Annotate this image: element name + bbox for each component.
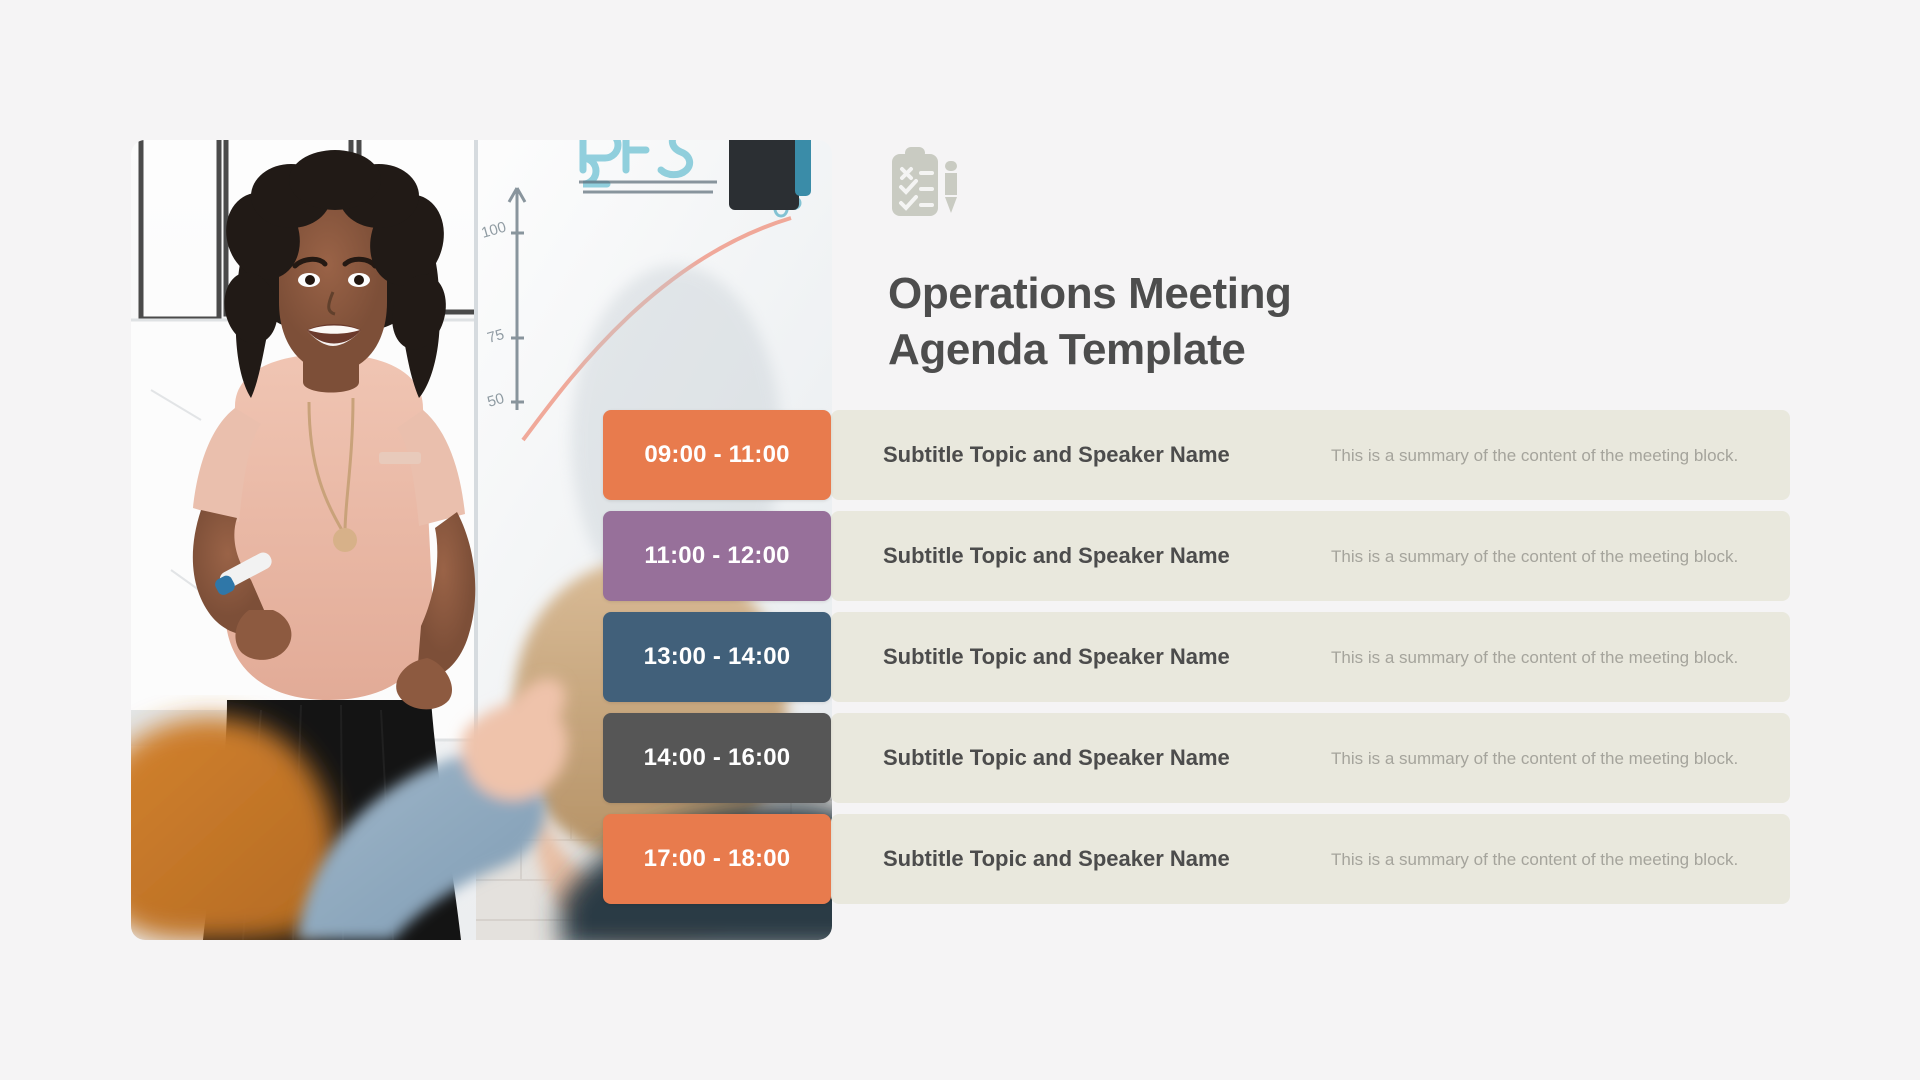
agenda-summary: This is a summary of the content of the … [1331, 445, 1739, 465]
clipboard-checklist-pen-icon [888, 146, 960, 224]
header-block: Operations Meeting Agenda Template [888, 146, 1790, 378]
agenda-topic: Subtitle Topic and Speaker Name [883, 644, 1230, 669]
page-title-line-1: Operations Meeting [888, 269, 1292, 318]
agenda-row[interactable]: 13:00 - 14:00 Subtitle Topic and Speaker … [603, 612, 1790, 702]
agenda-row[interactable]: 14:00 - 16:00 Subtitle Topic and Speaker … [603, 713, 1790, 803]
agenda-row[interactable]: 11:00 - 12:00 Subtitle Topic and Speaker … [603, 511, 1790, 601]
slide-canvas: 100 75 50 Operations Meeting Agenda Temp… [0, 0, 1920, 1080]
agenda-time-chip[interactable]: 17:00 - 18:00 [603, 814, 831, 904]
agenda-summary: This is a summary of the content of the … [1331, 849, 1739, 869]
agenda-list: 09:00 - 11:00 Subtitle Topic and Speaker … [603, 410, 1790, 904]
page-title: Operations Meeting Agenda Template [888, 266, 1318, 378]
agenda-summary: This is a summary of the content of the … [1331, 546, 1739, 566]
agenda-topic: Subtitle Topic and Speaker Name [883, 543, 1230, 568]
agenda-row[interactable]: 17:00 - 18:00 Subtitle Topic and Speaker … [603, 814, 1790, 904]
agenda-topic: Subtitle Topic and Speaker Name [883, 745, 1230, 770]
agenda-time-chip[interactable]: 09:00 - 11:00 [603, 410, 831, 500]
agenda-summary: This is a summary of the content of the … [1331, 748, 1739, 768]
agenda-time-chip[interactable]: 14:00 - 16:00 [603, 713, 831, 803]
agenda-summary: This is a summary of the content of the … [1331, 647, 1739, 667]
page-title-line-2: Agenda Template [888, 325, 1246, 374]
agenda-topic: Subtitle Topic and Speaker Name [883, 442, 1230, 467]
agenda-row[interactable]: 09:00 - 11:00 Subtitle Topic and Speaker … [603, 410, 1790, 500]
agenda-time-chip[interactable]: 13:00 - 14:00 [603, 612, 831, 702]
agenda-time-chip[interactable]: 11:00 - 12:00 [603, 511, 831, 601]
agenda-topic: Subtitle Topic and Speaker Name [883, 846, 1230, 871]
